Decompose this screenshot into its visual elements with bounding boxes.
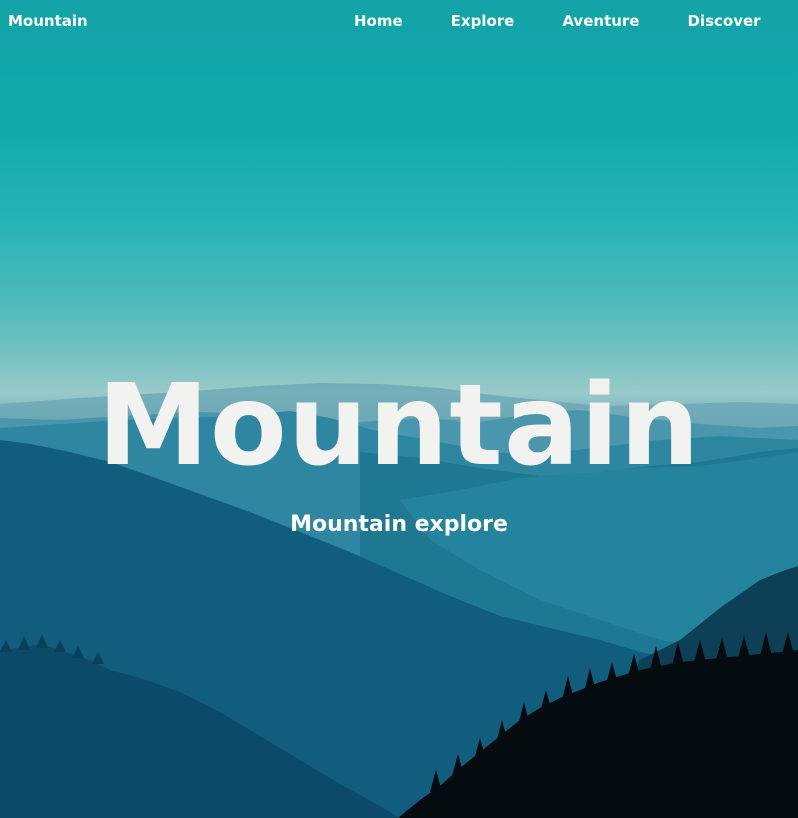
nav-link-aventure[interactable]: Aventure: [562, 12, 639, 30]
nav-link-home[interactable]: Home: [354, 12, 403, 30]
hero-section: Mountain Home Explore Aventure Discover …: [0, 0, 798, 818]
brand-logo-link[interactable]: Mountain: [8, 12, 88, 30]
hero-title: Mountain: [97, 361, 701, 492]
top-navigation: Mountain Home Explore Aventure Discover: [0, 0, 798, 44]
nav-links: Home Explore Aventure Discover: [354, 12, 761, 30]
nav-link-explore[interactable]: Explore: [451, 12, 515, 30]
hero-subtitle: Mountain explore: [290, 512, 508, 537]
nav-link-discover[interactable]: Discover: [687, 12, 760, 30]
